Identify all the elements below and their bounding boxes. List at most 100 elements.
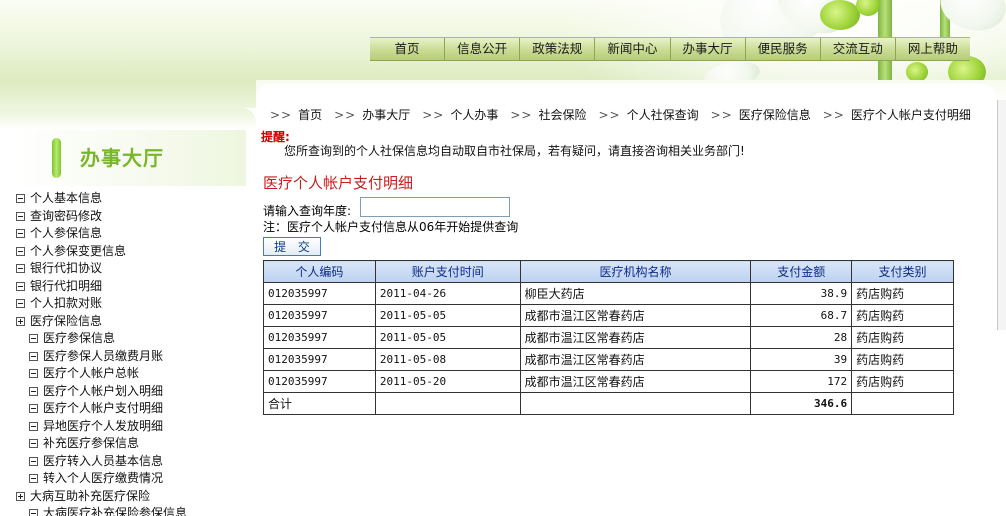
minus-box-icon (29, 404, 38, 414)
notice-text: 您所查询到的个人社保信息均自动取自市社保局，若有疑问，请直接咨询相关业务部门! (284, 144, 745, 158)
payment-detail-table: 个人编码 账户支付时间 医疗机构名称 支付金额 支付类别 012035997 2… (263, 260, 954, 415)
table-row: 012035997 2011-05-05 成都市温江区常春药店 68.7 药店购… (263, 304, 954, 327)
cell-institution: 成都市温江区常春药店 (519, 326, 752, 349)
breadcrumb-social-query[interactable]: 个人社保查询 (627, 106, 699, 124)
breadcrumb-separator: >> (822, 108, 845, 122)
sidebar-item-label: 医疗个人帐户划入明细 (43, 383, 164, 398)
sidebar-item-label: 医疗个人帐户支付明细 (43, 401, 164, 415)
cell-empty (851, 392, 954, 415)
sidebar-item-remote-payout[interactable]: 异地医疗个人发放明细 (16, 418, 256, 436)
sidebar-item-account-transfer-in[interactable]: 医疗个人帐户划入明细 (16, 383, 256, 401)
table-row: 012035997 2011-05-20 成都市温江区常春药店 172 药店购药 (263, 370, 954, 393)
sidebar-item-supplement-enroll[interactable]: 补充医疗参保信息 (16, 435, 256, 453)
cell-institution: 成都市温江区常春药店 (519, 304, 752, 327)
column-header: 个人编码 (263, 260, 376, 283)
sidebar-item-label: 转入个人医疗缴费情况 (43, 471, 164, 485)
sidebar-item-personal-basic[interactable]: 个人基本信息 (16, 190, 256, 208)
main-nav: 首页 信息公开 政策法规 新闻中心 办事大厅 便民服务 交流互动 网上帮助 (370, 37, 970, 61)
sidebar-item-transfer-basic[interactable]: 医疗转入人员基本信息 (16, 453, 256, 471)
query-note: 注：医疗个人帐户支付信息从06年开始提供查询 (263, 220, 519, 234)
cell-institution: 柳臣大药店 (519, 282, 752, 305)
sidebar-item-insurance-info[interactable]: 个人参保信息 (16, 225, 256, 243)
nav-item-news[interactable]: 新闻中心 (594, 38, 669, 60)
breadcrumb-separator: >> (334, 108, 357, 122)
sidebar-item-deduction-reconcile[interactable]: 个人扣款对账 (16, 295, 256, 313)
minus-box-icon (29, 456, 38, 466)
cell-person-code: 012035997 (263, 282, 376, 305)
sidebar-item-label: 补充医疗参保信息 (43, 436, 140, 450)
cell-pay-date: 2011-05-08 (374, 348, 521, 371)
sidebar-item-label: 医疗个人帐户总帐 (43, 366, 140, 380)
column-header: 医疗机构名称 (519, 260, 752, 283)
sidebar-item-password-change[interactable]: 查询密码修改 (16, 208, 256, 226)
cell-empty (519, 392, 752, 415)
table-total-row: 合计 346.6 (263, 392, 954, 415)
table-row: 012035997 2011-05-05 成都市温江区常春药店 28 药店购药 (263, 326, 954, 349)
column-header: 支付类别 (851, 260, 954, 283)
sidebar-item-account-payment[interactable]: 医疗个人帐户支付明细 (16, 400, 256, 418)
breadcrumb-personal[interactable]: 个人办事 (450, 106, 498, 124)
sidebar-title-bar-icon (52, 138, 61, 178)
column-header: 账户支付时间 (374, 260, 521, 283)
sidebar-item-label: 个人基本信息 (30, 191, 103, 205)
window-scrollbar[interactable] (997, 100, 1006, 330)
column-header: 支付金额 (750, 260, 853, 283)
cell-person-code: 012035997 (263, 304, 376, 327)
minus-box-icon (16, 299, 25, 309)
section-title: 医疗个人帐户支付明细 (263, 174, 414, 192)
cell-category: 药店购药 (851, 370, 954, 393)
minus-box-icon (29, 509, 38, 516)
cell-category: 药店购药 (851, 304, 954, 327)
nav-item-service-hall[interactable]: 办事大厅 (669, 38, 745, 60)
submit-button[interactable]: 提 交 (263, 237, 321, 256)
sidebar-item-medical-enroll[interactable]: 医疗参保信息 (16, 330, 256, 348)
minus-box-icon (16, 194, 25, 204)
nav-item-home[interactable]: 首页 (370, 38, 444, 60)
sidebar-item-label: 医疗转入人员基本信息 (43, 453, 164, 468)
sidebar-item-medical-insurance[interactable]: 医疗保险信息 (16, 313, 256, 331)
sidebar-item-bank-agreement[interactable]: 银行代扣协议 (16, 260, 256, 278)
sidebar-item-serious-illness-enroll[interactable]: 大病医疗补充保险参保信息 (16, 505, 256, 516)
cell-amount: 39 (750, 348, 853, 371)
sidebar-item-insurance-change[interactable]: 个人参保变更信息 (16, 243, 256, 261)
sidebar-item-serious-illness[interactable]: 大病互助补充医疗保险 (16, 488, 256, 506)
minus-box-icon (29, 421, 38, 431)
cell-category: 药店购药 (851, 326, 954, 349)
breadcrumb-home[interactable]: 首页 (298, 106, 322, 124)
cell-amount: 68.7 (750, 304, 853, 327)
table-row: 012035997 2011-05-08 成都市温江区常春药店 39 药店购药 (263, 348, 954, 371)
cell-total-label: 合计 (263, 392, 376, 415)
breadcrumb-social-insurance[interactable]: 社会保险 (538, 106, 586, 124)
sidebar-item-label: 个人参保信息 (30, 226, 103, 240)
sidebar-item-label: 银行代扣明细 (30, 278, 103, 293)
nav-item-interaction[interactable]: 交流互动 (819, 38, 895, 60)
sidebar-item-label: 医疗保险信息 (30, 313, 103, 328)
sidebar-item-transfer-payment[interactable]: 转入个人医疗缴费情况 (16, 470, 256, 488)
breadcrumb-medical-info[interactable]: 医疗保险信息 (739, 106, 811, 124)
breadcrumb-current: 医疗个人帐户支付明细 (850, 108, 971, 122)
minus-box-icon (29, 334, 38, 344)
sidebar-item-bank-detail[interactable]: 银行代扣明细 (16, 278, 256, 296)
nav-item-help[interactable]: 网上帮助 (894, 38, 970, 60)
minus-box-icon (16, 229, 25, 239)
minus-box-icon (16, 246, 25, 256)
green-bud-image (906, 62, 928, 82)
minus-box-icon (29, 474, 38, 484)
nav-item-policy[interactable]: 政策法规 (519, 38, 594, 60)
cell-pay-date: 2011-05-20 (374, 370, 521, 393)
sidebar-item-label: 医疗参保信息 (43, 331, 116, 345)
nav-item-info-public[interactable]: 信息公开 (444, 38, 519, 60)
nav-item-convenience[interactable]: 便民服务 (744, 38, 820, 60)
breadcrumb-service-hall[interactable]: 办事大厅 (362, 106, 410, 124)
breadcrumb-separator: >> (422, 108, 445, 122)
table-header-row: 个人编码 账户支付时间 医疗机构名称 支付金额 支付类别 (263, 260, 954, 283)
sidebar-item-account-ledger[interactable]: 医疗个人帐户总帐 (16, 365, 256, 383)
sidebar-tree: 个人基本信息 查询密码修改 个人参保信息 个人参保变更信息 银行代扣协议 银行代… (16, 190, 256, 516)
sidebar-item-label: 大病互助补充医疗保险 (30, 488, 151, 503)
cell-pay-date: 2011-04-26 (374, 282, 521, 305)
sidebar: 办事大厅 个人基本信息 查询密码修改 个人参保信息 个人参保变更信息 银行代扣协… (0, 108, 256, 516)
sidebar-item-medical-monthly[interactable]: 医疗参保人员缴费月账 (16, 348, 256, 366)
year-input[interactable] (360, 197, 510, 217)
plus-box-icon (16, 316, 25, 326)
cell-person-code: 012035997 (263, 348, 376, 371)
